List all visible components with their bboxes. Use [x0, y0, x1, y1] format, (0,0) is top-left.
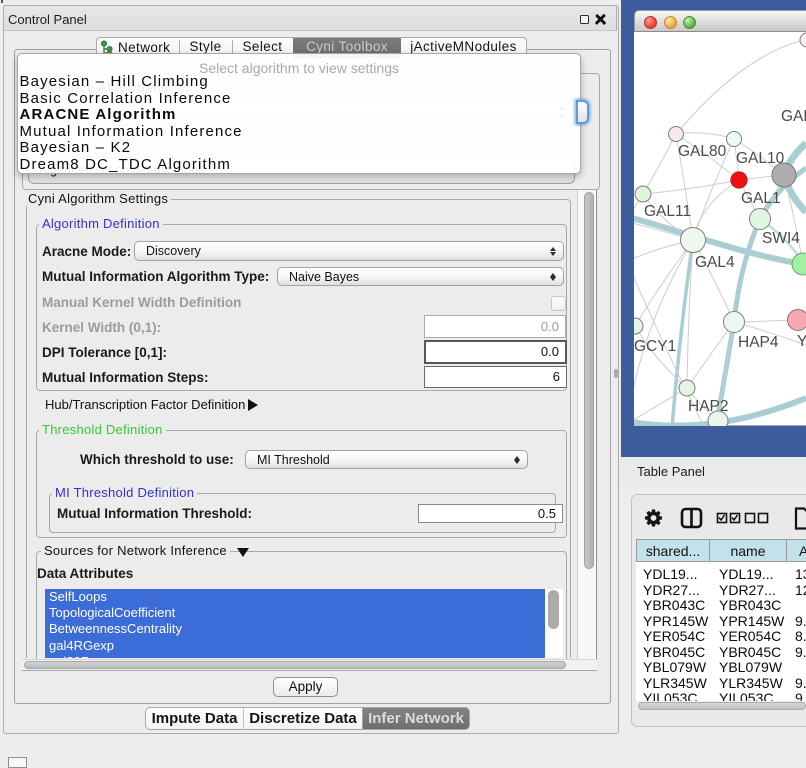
svg-text:GAL1: GAL1	[741, 190, 781, 207]
svg-text:GCY1: GCY1	[634, 338, 676, 355]
svg-text:GAL10: GAL10	[736, 150, 785, 167]
svg-text:HAP4: HAP4	[738, 334, 779, 351]
svg-text:Y: Y	[797, 333, 806, 350]
svg-text:GAL80: GAL80	[678, 143, 727, 160]
svg-text:GAL7: GAL7	[781, 108, 806, 125]
svg-text:HAP2: HAP2	[688, 398, 729, 415]
svg-text:GAL11: GAL11	[644, 203, 691, 220]
svg-text:GAL4: GAL4	[695, 254, 735, 271]
svg-text:SWI4: SWI4	[762, 230, 800, 247]
